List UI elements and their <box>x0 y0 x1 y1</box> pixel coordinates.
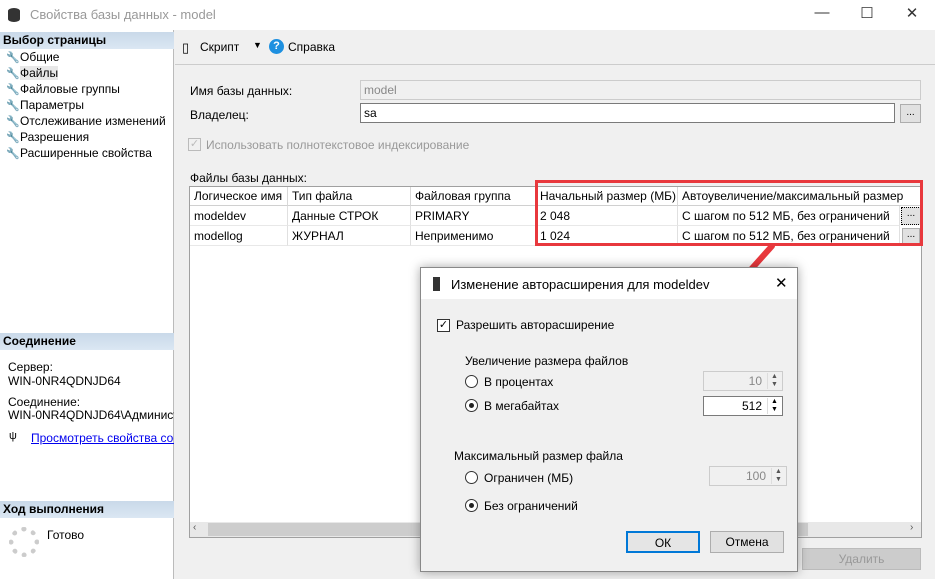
cell-logical-name[interactable]: modeldev <box>190 206 288 226</box>
db-name-label: Имя базы данных: <box>190 84 293 98</box>
progress-status: Готово <box>47 528 85 542</box>
view-connection-properties-link[interactable]: Просмотреть свойства соединения <box>31 431 174 445</box>
help-icon: ? <box>269 39 284 54</box>
dialog-close-button[interactable]: ✕ <box>775 274 788 292</box>
spinner-arrows-icon: ▲ ▼ <box>771 468 785 484</box>
megabytes-spinner[interactable]: 512 ▲ ▼ <box>703 396 783 416</box>
column-header[interactable]: Логическое имя <box>190 187 288 206</box>
percent-radio[interactable] <box>465 375 478 388</box>
dialog-title-bar: Изменение авторасширения для modeldev ✕ <box>421 268 797 299</box>
delete-button[interactable]: Удалить <box>802 548 921 570</box>
wrench-icon: 🔧 <box>6 68 20 80</box>
wrench-icon: 🔧 <box>6 84 20 96</box>
scroll-right-icon[interactable]: › <box>910 522 913 533</box>
server-icon <box>433 277 440 291</box>
cancel-button[interactable]: Отмена <box>710 531 784 553</box>
max-size-group-label: Максимальный размер файла <box>454 449 623 463</box>
unlimited-radio[interactable] <box>465 499 478 512</box>
server-value: WIN-0NR4QDNJD64 <box>8 374 121 388</box>
growth-group-label: Увеличение размера файлов <box>465 354 629 368</box>
fulltext-checkbox: ✓ <box>188 138 201 151</box>
owner-field[interactable]: sa <box>360 103 895 123</box>
progress-header: Ход выполнения <box>0 501 174 518</box>
wrench-icon: 🔧 <box>6 132 20 144</box>
fulltext-label: Использовать полнотекстовое индексирован… <box>206 138 470 152</box>
sidebar-item-filegroups[interactable]: 🔧Файловые группы <box>6 81 120 97</box>
database-icon <box>8 8 20 22</box>
sidebar-item-permissions[interactable]: 🔧Разрешения <box>6 129 89 145</box>
wrench-icon: 🔧 <box>6 52 20 64</box>
connection-value: WIN-0NR4QDNJD64\Администратор <box>8 408 174 422</box>
enable-autogrowth-checkbox[interactable]: ✓ <box>437 319 450 332</box>
wrench-icon: 🔧 <box>6 148 20 160</box>
server-label: Сервер: <box>8 360 53 374</box>
column-header[interactable]: Тип файла <box>288 187 411 206</box>
sidebar-item-change-tracking[interactable]: 🔧Отслеживание изменений <box>6 113 166 129</box>
connection-label: Соединение: <box>8 395 81 409</box>
sidebar-item-files[interactable]: 🔧Файлы <box>6 65 59 81</box>
megabytes-label: В мегабайтах <box>484 399 560 413</box>
files-label: Файлы базы данных: <box>190 171 307 185</box>
owner-browse-button[interactable]: ... <box>900 104 921 123</box>
title-bar: Свойства базы данных - model — ☐ ✕ <box>0 0 935 30</box>
wrench-icon: 🔧 <box>6 116 20 128</box>
highlight-box <box>535 180 923 246</box>
db-name-field: model <box>360 80 921 100</box>
window-title: Свойства базы данных - model <box>30 7 216 22</box>
script-button[interactable]: Скрипт <box>200 40 239 54</box>
cell-filegroup[interactable]: Неприменимо <box>411 226 536 246</box>
limited-radio[interactable] <box>465 471 478 484</box>
minimize-button[interactable]: — <box>812 4 832 21</box>
owner-label: Владелец: <box>190 108 249 122</box>
megabytes-radio[interactable] <box>465 399 478 412</box>
maximize-button[interactable]: ☐ <box>857 4 877 22</box>
plug-icon: ψ <box>9 430 17 442</box>
sidebar: Выбор страницы 🔧Общие 🔧Файлы 🔧Файловые г… <box>0 30 174 579</box>
percent-label: В процентах <box>484 375 554 389</box>
page-select-header: Выбор страницы <box>0 32 174 49</box>
toolbar: ▯ Скрипт ▼ ? Справка <box>175 30 935 65</box>
scroll-left-icon[interactable]: ‹ <box>193 522 196 533</box>
limited-label: Ограничен (МБ) <box>484 471 574 485</box>
spinner-arrows-icon: ▲ ▼ <box>767 373 781 389</box>
sidebar-item-options[interactable]: 🔧Параметры <box>6 97 84 113</box>
spinner-arrows-icon[interactable]: ▲ ▼ <box>767 398 781 414</box>
sidebar-item-extended-properties[interactable]: 🔧Расширенные свойства <box>6 145 152 161</box>
connection-header: Соединение <box>0 333 174 350</box>
percent-spinner: 10 ▲ ▼ <box>703 371 783 391</box>
autogrowth-dialog: Изменение авторасширения для modeldev ✕ … <box>420 267 798 572</box>
progress-spinner-icon <box>9 527 39 557</box>
ok-button[interactable]: ОК <box>626 531 700 553</box>
limited-spinner: 100 ▲ ▼ <box>709 466 787 486</box>
help-button[interactable]: Справка <box>288 40 335 54</box>
unlimited-label: Без ограничений <box>484 499 578 513</box>
enable-autogrowth-label: Разрешить авторасширение <box>456 318 615 332</box>
sidebar-item-general[interactable]: 🔧Общие <box>6 49 59 65</box>
wrench-icon: 🔧 <box>6 100 20 112</box>
dialog-title: Изменение авторасширения для modeldev <box>451 277 710 292</box>
cell-file-type[interactable]: Данные СТРОК <box>288 206 411 226</box>
close-button[interactable]: ✕ <box>902 4 922 22</box>
cell-logical-name[interactable]: modellog <box>190 226 288 246</box>
cell-filegroup[interactable]: PRIMARY <box>411 206 536 226</box>
column-header[interactable]: Файловая группа <box>411 187 536 206</box>
cell-file-type[interactable]: ЖУРНАЛ <box>288 226 411 246</box>
script-dropdown-icon[interactable]: ▼ <box>253 40 262 50</box>
script-icon: ▯ <box>182 40 190 55</box>
